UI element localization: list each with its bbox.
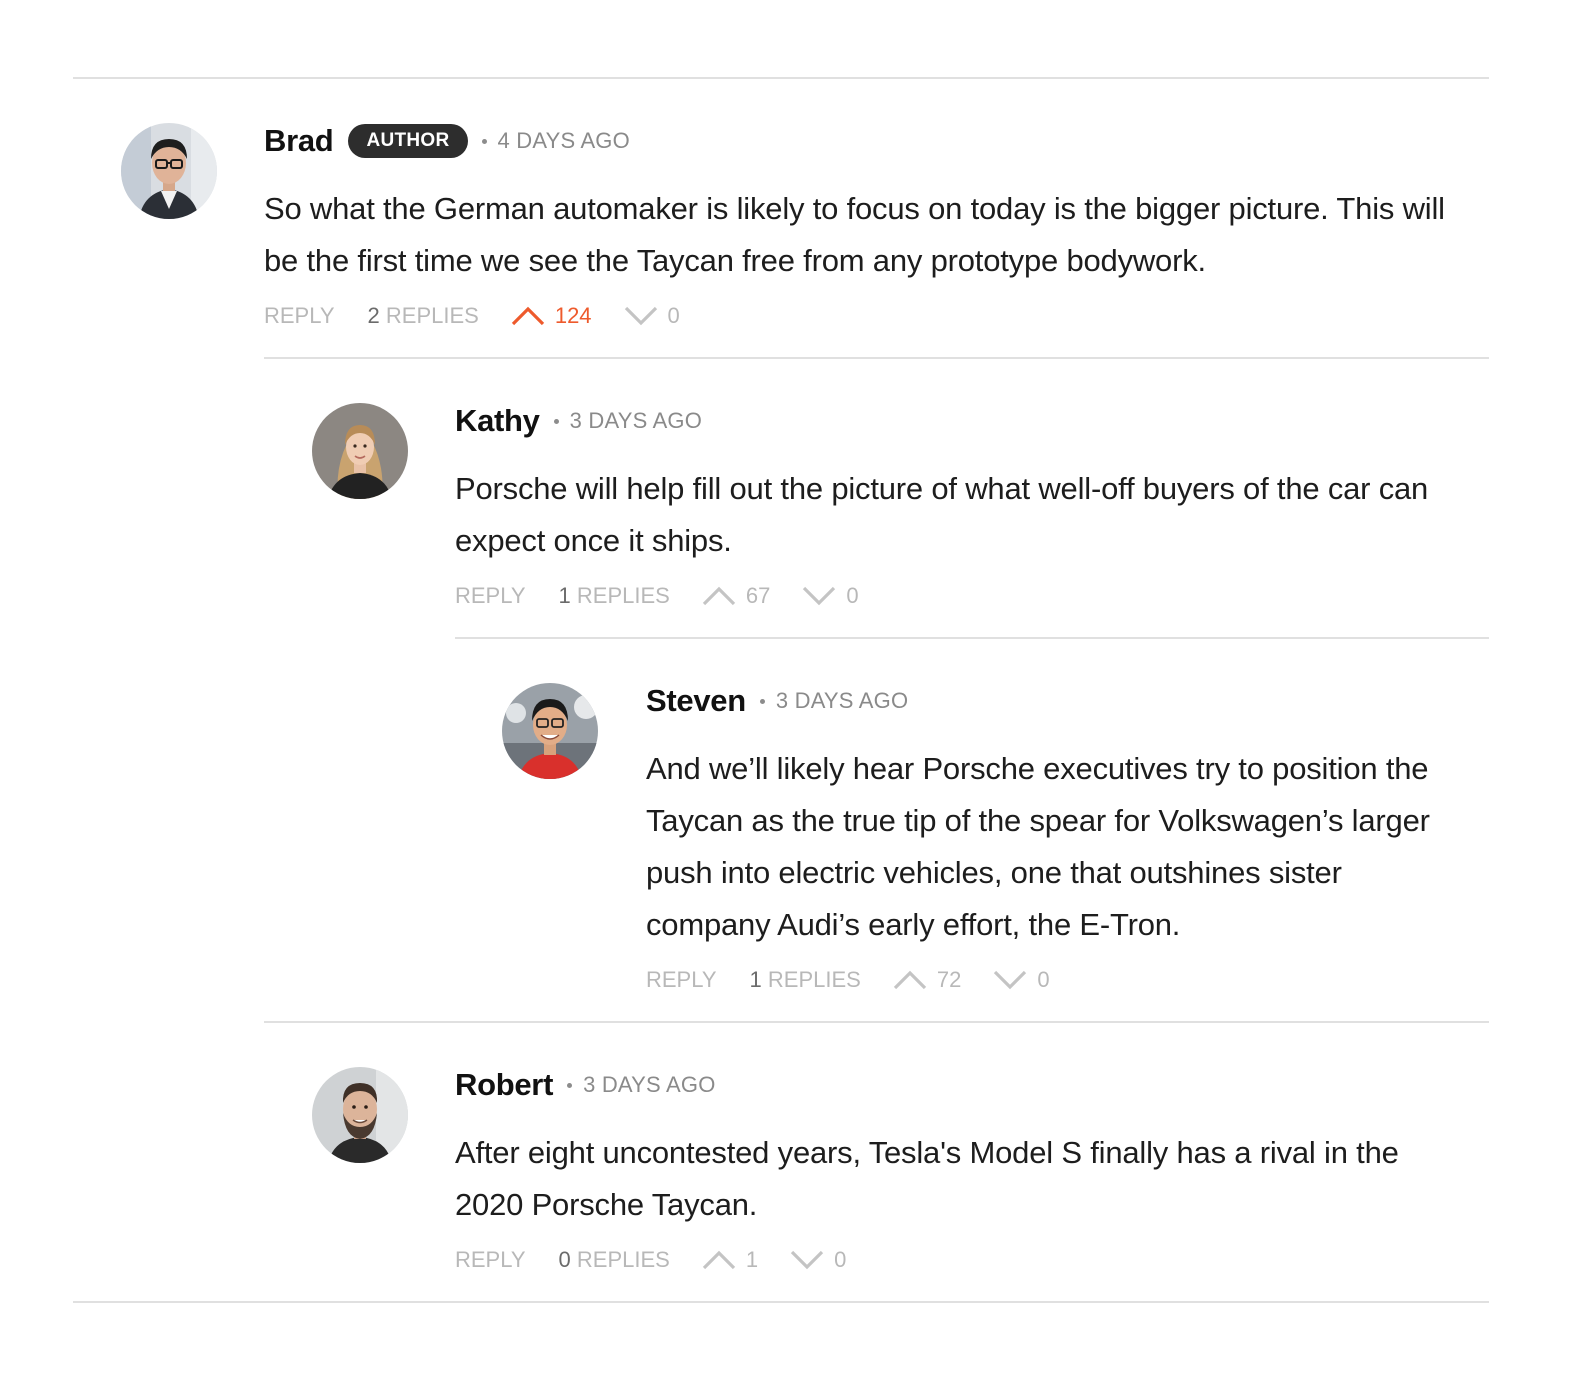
comment-text: After eight uncontested years, Tesla's M… xyxy=(455,1135,1399,1222)
avatar-robert[interactable] xyxy=(312,1067,408,1163)
replies-label: REPLIES xyxy=(767,967,861,992)
chevron-down-icon xyxy=(790,1250,824,1270)
replies-count: 2 xyxy=(367,303,380,328)
replies-label: REPLIES xyxy=(385,303,479,328)
avatar-brad[interactable] xyxy=(121,123,217,219)
reply-button[interactable]: REPLY xyxy=(455,583,526,609)
upvote-count: 72 xyxy=(936,967,962,992)
replies-count: 1 xyxy=(749,967,762,992)
author-name[interactable]: Brad xyxy=(264,123,334,159)
timestamp: 3 DAYS AGO xyxy=(775,688,909,713)
downvote-button[interactable]: 0 xyxy=(993,967,1050,993)
upvote-button[interactable]: 1 xyxy=(702,1247,758,1273)
replies-link[interactable]: 2 REPLIES xyxy=(368,303,479,329)
comment-steven: Steven 3 DAYS AGO And we’ll likely hear … xyxy=(646,681,1489,997)
chevron-up-icon xyxy=(702,586,735,606)
chevron-up-icon xyxy=(893,970,926,990)
comment-text: So what the German automaker is likely t… xyxy=(264,191,1445,278)
chevron-down-icon xyxy=(994,970,1027,990)
comment-actions: REPLY 1 REPLIES 67 0 xyxy=(455,579,1489,613)
downvote-count: 0 xyxy=(834,1247,847,1272)
comment-text: Porsche will help fill out the picture o… xyxy=(455,471,1429,558)
chevron-up-icon xyxy=(702,1250,735,1270)
upvote-button[interactable]: 72 xyxy=(893,967,961,993)
timestamp: 3 DAYS AGO xyxy=(583,1072,716,1097)
downvote-count: 0 xyxy=(667,303,680,328)
separator-dot xyxy=(481,138,487,144)
author-badge: AUTHOR xyxy=(348,124,468,158)
timestamp: 4 DAYS AGO xyxy=(497,128,630,153)
upvote-button[interactable]: 124 xyxy=(511,303,592,329)
upvote-count: 67 xyxy=(745,583,771,608)
upvote-count: 124 xyxy=(554,303,592,328)
divider-brad-thread xyxy=(264,357,1489,359)
downvote-button[interactable]: 0 xyxy=(790,1247,846,1273)
timestamp: 3 DAYS AGO xyxy=(569,408,703,433)
bottom-divider xyxy=(73,1301,1489,1303)
comment-actions: REPLY 1 REPLIES 72 0 xyxy=(646,963,1489,997)
chevron-down-icon xyxy=(624,306,657,326)
downvote-count: 0 xyxy=(1037,967,1050,992)
author-name[interactable]: Robert xyxy=(455,1067,553,1103)
downvote-button[interactable]: 0 xyxy=(802,583,859,609)
reply-button[interactable]: REPLY xyxy=(646,967,717,993)
avatar-kathy[interactable] xyxy=(312,403,408,499)
separator-dot xyxy=(567,1082,573,1088)
downvote-button[interactable]: 0 xyxy=(624,303,680,329)
divider-robert-thread xyxy=(264,1021,1489,1023)
replies-count: 1 xyxy=(558,583,571,608)
comment-brad: Brad AUTHOR 4 DAYS AGO So what the Germa… xyxy=(264,121,1489,333)
avatar-steven[interactable] xyxy=(502,683,598,779)
replies-label: REPLIES xyxy=(576,583,670,608)
upvote-count: 1 xyxy=(745,1247,759,1272)
comment-actions: REPLY 0 REPLIES 1 0 xyxy=(455,1243,1489,1277)
downvote-count: 0 xyxy=(846,583,859,608)
chevron-down-icon xyxy=(803,586,836,606)
author-name[interactable]: Kathy xyxy=(455,403,540,439)
comment-kathy: Kathy 3 DAYS AGO Porsche will help fill … xyxy=(455,401,1489,613)
replies-link[interactable]: 1 REPLIES xyxy=(559,583,670,609)
separator-dot xyxy=(553,418,559,424)
replies-count: 0 xyxy=(558,1247,571,1272)
comment-robert: Robert 3 DAYS AGO After eight unconteste… xyxy=(455,1065,1489,1277)
comment-actions: REPLY 2 REPLIES 124 0 xyxy=(264,299,1489,333)
upvote-button[interactable]: 67 xyxy=(702,583,770,609)
replies-link[interactable]: 1 REPLIES xyxy=(750,967,861,993)
replies-link[interactable]: 0 REPLIES xyxy=(559,1247,670,1273)
reply-button[interactable]: REPLY xyxy=(264,303,335,329)
top-divider xyxy=(73,77,1489,79)
separator-dot xyxy=(759,698,765,704)
comment-text: And we’ll likely hear Porsche executives… xyxy=(646,751,1430,942)
reply-button[interactable]: REPLY xyxy=(455,1247,526,1273)
replies-label: REPLIES xyxy=(576,1247,670,1272)
divider-kathy-thread xyxy=(455,637,1489,639)
chevron-up-icon xyxy=(511,306,544,326)
author-name[interactable]: Steven xyxy=(646,683,746,719)
